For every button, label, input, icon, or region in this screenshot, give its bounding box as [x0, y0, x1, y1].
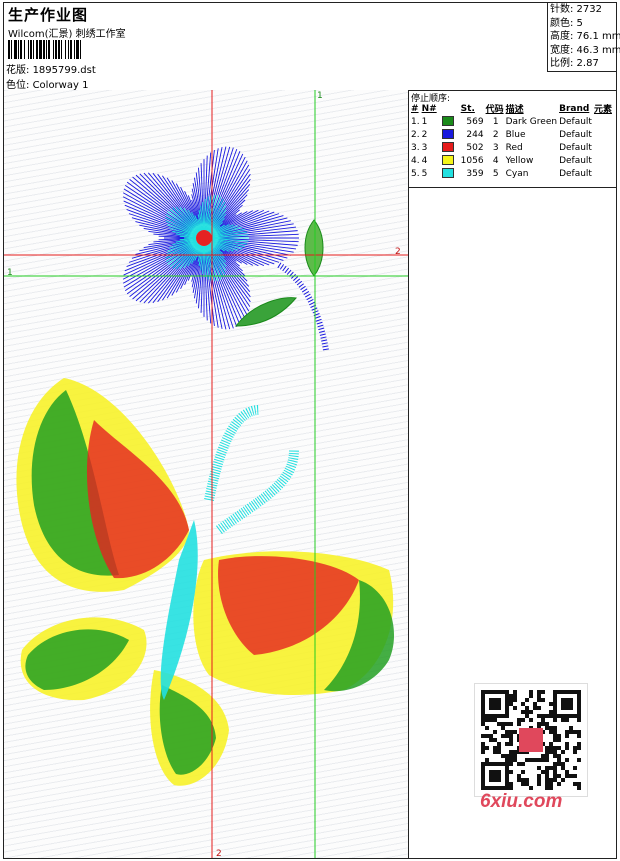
stop-sequence-table: # N# St. 代码 描述 Brand 元素 1. 1 569 1 Dark Gree…	[410, 102, 613, 180]
color-swatch	[441, 155, 454, 166]
row-index: 5.	[411, 168, 420, 179]
col-description: 描述	[505, 105, 524, 115]
row-swatch	[438, 167, 460, 180]
stop-sequence-panel: 停止顺序: # N# St. 代码 描述 Brand 元素 1. 1 569 1 Dar…	[408, 90, 616, 188]
row-description: Red	[505, 142, 523, 153]
row-code: 3	[492, 142, 499, 153]
color-swatch	[441, 142, 454, 153]
col-index: #	[411, 103, 419, 114]
col-swatch	[438, 102, 460, 115]
table-row: 5. 5 359 5 Cyan Default	[410, 167, 613, 180]
row-stitches: 569	[466, 116, 484, 127]
butterfly-motif	[16, 378, 395, 786]
col-element: 元素	[593, 105, 612, 115]
row-description: Dark Green	[505, 116, 558, 127]
design-canvas[interactable]: 1 2 1 2	[4, 90, 409, 858]
col-stitches: St.	[460, 103, 475, 114]
row-brand: Default	[559, 142, 592, 153]
stat-height: 高度: 76.1 mm	[550, 31, 620, 42]
header: 生产作业图 Wilcom(汇景) 刺绣工作室 花版: 1895799.dst 色…	[4, 3, 620, 91]
table-header-row: # N# St. 代码 描述 Brand 元素	[410, 102, 613, 116]
row-stitches: 244	[466, 129, 484, 140]
row-index: 1.	[411, 116, 420, 127]
row-brand: Default	[559, 116, 592, 127]
row-swatch	[438, 128, 460, 141]
stat-stitches: 针数: 2732	[550, 4, 602, 15]
stat-colors: 颜色: 5	[550, 17, 583, 29]
guide-label-v2: 2	[216, 849, 222, 858]
watermark-logo: 6xiu.com	[480, 791, 563, 812]
leaf-right	[304, 219, 324, 277]
row-description: Blue	[505, 129, 526, 140]
guide-label-v1: 1	[317, 91, 323, 101]
stat-width: 宽度: 46.3 mm	[550, 44, 620, 56]
row-brand: Default	[559, 155, 592, 166]
color-swatch	[441, 168, 454, 179]
row-swatch	[438, 115, 460, 128]
row-needle: 4	[421, 155, 428, 166]
design-stats: 针数: 2732 颜色: 5 高度: 76.1 mm 宽度: 46.3 mm 比…	[547, 3, 620, 72]
barcode-image	[8, 40, 144, 59]
sheet-title: 生产作业图	[8, 6, 89, 24]
row-stitches: 1056	[460, 155, 484, 166]
table-row: 2. 2 244 2 Blue Default	[410, 128, 613, 141]
row-element	[593, 141, 613, 154]
design-file: 花版: 1895799.dst	[6, 61, 96, 76]
row-swatch	[438, 141, 460, 154]
colorway: 色位: Colorway 1	[6, 76, 88, 91]
row-needle: 5	[421, 168, 428, 179]
row-description: Yellow	[505, 155, 534, 166]
row-code: 1	[492, 116, 499, 127]
row-element	[593, 167, 613, 180]
row-element	[593, 154, 613, 167]
row-swatch	[438, 154, 460, 167]
table-row: 1. 1 569 1 Dark Green Default	[410, 115, 613, 128]
row-description: Cyan	[505, 168, 529, 179]
table-row: 3. 3 502 3 Red Default	[410, 141, 613, 154]
design-label: 花版:	[6, 65, 30, 76]
row-index: 3.	[411, 142, 420, 153]
row-index: 2.	[411, 129, 420, 140]
row-code: 4	[492, 155, 499, 166]
guide-label-h2: 2	[395, 247, 401, 257]
stat-scale: 比例: 2.87	[550, 58, 599, 69]
row-element	[593, 128, 613, 141]
color-swatch	[441, 116, 454, 127]
qr-code-image	[474, 683, 588, 797]
row-brand: Default	[559, 129, 592, 140]
col-needle: N#	[421, 103, 437, 114]
col-brand: Brand	[559, 103, 590, 114]
color-swatch	[441, 129, 454, 140]
production-sheet: 生产作业图 Wilcom(汇景) 刺绣工作室 花版: 1895799.dst 色…	[3, 2, 620, 859]
row-code: 2	[492, 129, 499, 140]
studio-name: Wilcom(汇景) 刺绣工作室	[8, 29, 126, 40]
row-needle: 3	[421, 142, 428, 153]
row-code: 5	[492, 168, 499, 179]
col-code: 代码	[485, 105, 504, 115]
row-stitches: 359	[466, 168, 484, 179]
row-brand: Default	[559, 168, 592, 179]
row-needle: 2	[421, 129, 428, 140]
row-stitches: 502	[466, 142, 484, 153]
row-index: 4.	[411, 155, 420, 166]
design-value: 1895799.dst	[32, 65, 96, 76]
row-element	[593, 115, 613, 128]
embroidery-preview: 1 2 1 2	[4, 90, 408, 858]
row-needle: 1	[421, 116, 428, 127]
guide-label-h1: 1	[7, 268, 13, 278]
table-row: 4. 4 1056 4 Yellow Default	[410, 154, 613, 167]
